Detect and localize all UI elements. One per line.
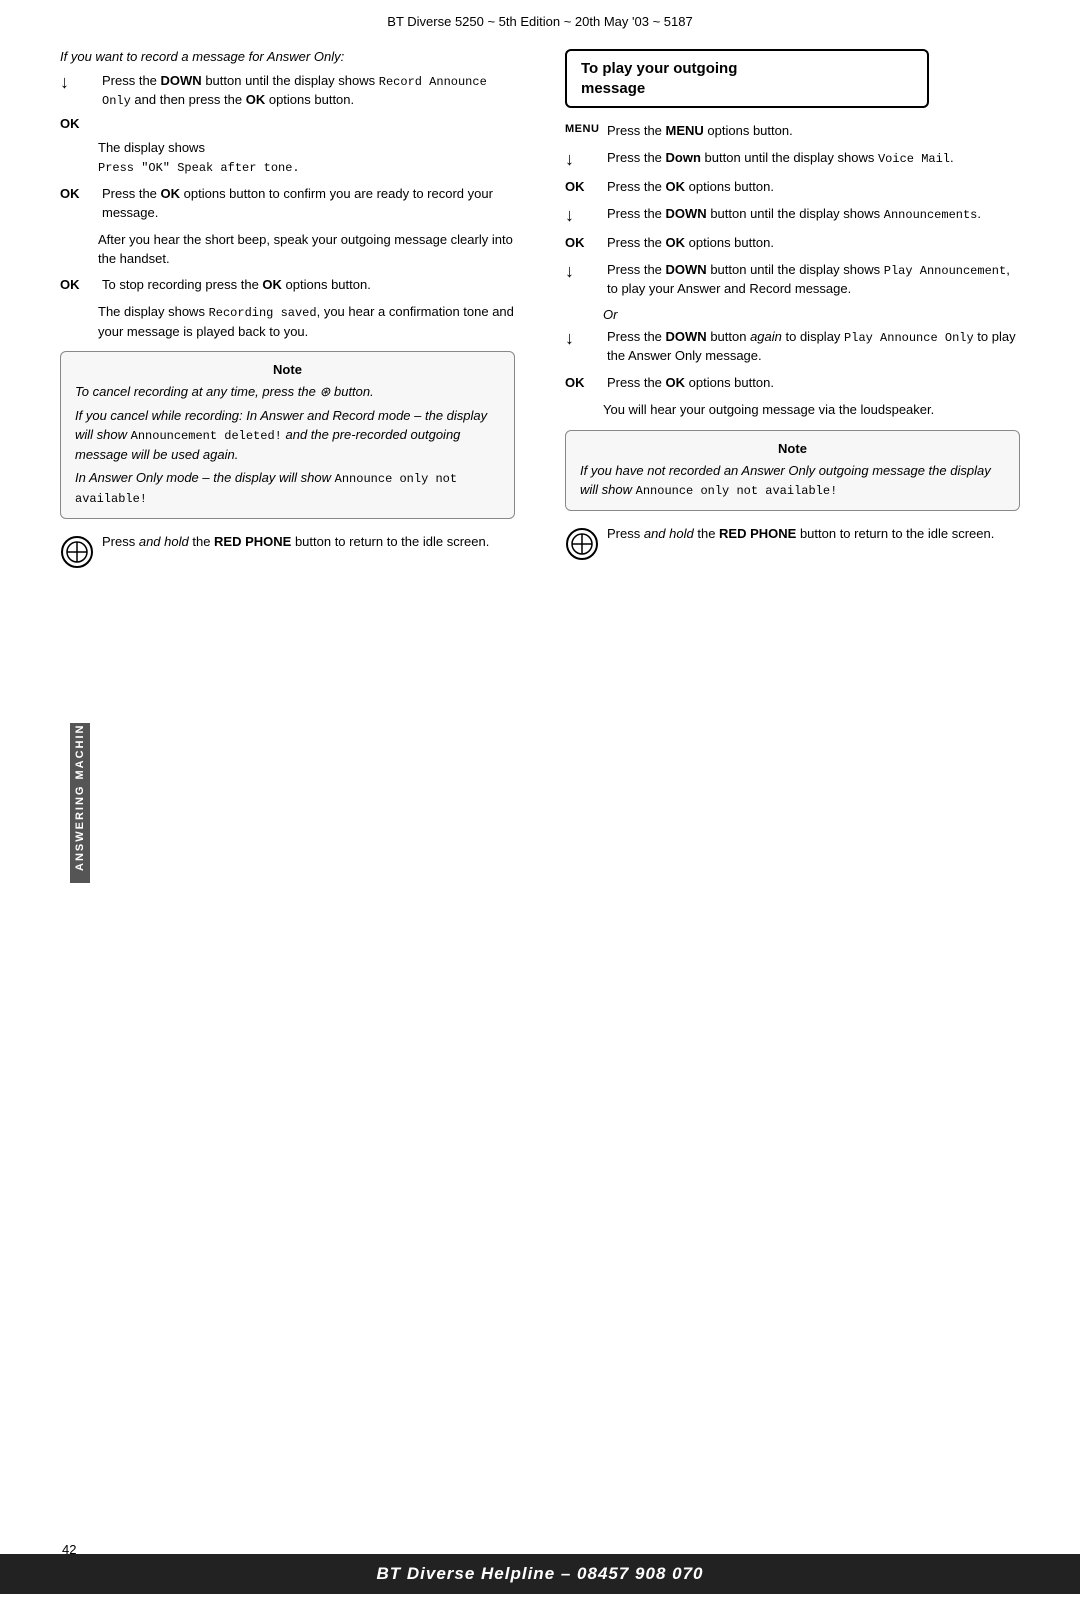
- right-heading-line1: To play your outgoing: [581, 59, 913, 79]
- right-bottom-phone-row: Press and hold the RED PHONE button to r…: [565, 525, 1020, 561]
- left-italic-heading: If you want to record a message for Answ…: [60, 49, 515, 64]
- red-phone-icon-left: [60, 535, 94, 569]
- instr-row-down3: ↓ Press the DOWN button until the displa…: [565, 261, 1020, 299]
- left-note-p1: To cancel recording at any time, press t…: [75, 383, 500, 402]
- instr-plain-recording: The display shows Recording saved, you h…: [98, 303, 515, 341]
- loudspeaker-text: You will hear your outgoing message via …: [603, 402, 934, 417]
- instr-text-1: Press the DOWN button until the display …: [102, 72, 515, 111]
- beep-text: After you hear the short beep, speak you…: [98, 232, 513, 266]
- ok-label-r2: OK: [565, 234, 603, 250]
- right-note-title: Note: [580, 441, 1005, 456]
- left-note-p2: If you cancel while recording: In Answer…: [75, 407, 500, 464]
- display-shows-text: The display showsPress "OK" Speak after …: [98, 140, 300, 174]
- red-phone-icon-right: [565, 527, 599, 561]
- ok-label-1: OK: [60, 115, 98, 131]
- side-label: ANSWERING MACHINE: [70, 723, 90, 883]
- instr-text-r-ok1: Press the OK options button.: [607, 178, 1020, 197]
- ok-label-r1: OK: [565, 178, 603, 194]
- down-arrow-icon-r3: ↓: [565, 261, 603, 282]
- left-bottom-phone-text: Press and hold the RED PHONE button to r…: [102, 533, 515, 552]
- ok-label-2: OK: [60, 185, 98, 201]
- down-arrow-icon-r1: ↓: [565, 149, 603, 170]
- right-column: To play your outgoing message MENU Press…: [555, 49, 1020, 1546]
- footer-bar: BT Diverse Helpline – 08457 908 070: [0, 1554, 1080, 1594]
- instr-plain-beep: After you hear the short beep, speak you…: [98, 231, 515, 269]
- right-note-box: Note If you have not recorded an Answer …: [565, 430, 1020, 511]
- instr-display-shows: The display showsPress "OK" Speak after …: [98, 139, 515, 177]
- right-heading-box: To play your outgoing message: [565, 49, 929, 108]
- instr-row-1: ↓ Press the DOWN button until the displa…: [60, 72, 515, 111]
- instr-text-r-down1: Press the Down button until the display …: [607, 149, 1020, 168]
- right-heading-line2: message: [581, 79, 913, 99]
- left-bottom-phone-row: Press and hold the RED PHONE button to r…: [60, 533, 515, 569]
- page-header: BT Diverse 5250 ~ 5th Edition ~ 20th May…: [0, 0, 1080, 39]
- instr-text-r-down3: Press the DOWN button until the display …: [607, 261, 1020, 299]
- instr-plain-loudspeaker: You will hear your outgoing message via …: [603, 401, 1020, 420]
- instr-text-menu: Press the MENU options button.: [607, 122, 1020, 141]
- left-column: If you want to record a message for Answ…: [60, 49, 525, 1546]
- ok-label-r3: OK: [565, 374, 603, 390]
- instr-text-r-ok3: Press the OK options button.: [607, 374, 1020, 393]
- instr-row-menu: MENU Press the MENU options button.: [565, 122, 1020, 141]
- recording-text: The display shows Recording saved, you h…: [98, 304, 514, 338]
- instr-row-r-ok3: OK Press the OK options button.: [565, 374, 1020, 393]
- down-arrow-icon-1: ↓: [60, 72, 98, 93]
- instr-row-ok2: OK Press the OK options button to confir…: [60, 185, 515, 223]
- instr-row-r-ok2: OK Press the OK options button.: [565, 234, 1020, 253]
- right-bottom-phone-text: Press and hold the RED PHONE button to r…: [607, 525, 1020, 544]
- or-text: Or: [603, 307, 1020, 322]
- left-note-p3: In Answer Only mode – the display will s…: [75, 469, 500, 508]
- instr-row-ok1: OK: [60, 115, 515, 131]
- down-arrow-icon-r4: ↓: [565, 328, 603, 349]
- instr-text-ok2: Press the OK options button to confirm y…: [102, 185, 515, 223]
- instr-row-down2: ↓ Press the DOWN button until the displa…: [565, 205, 1020, 226]
- instr-text-ok3: To stop recording press the OK options b…: [102, 276, 515, 295]
- instr-row-ok3: OK To stop recording press the OK option…: [60, 276, 515, 295]
- menu-label: MENU: [565, 122, 603, 135]
- ok-label-3: OK: [60, 276, 98, 292]
- instr-text-r-down2: Press the DOWN button until the display …: [607, 205, 1020, 224]
- down-arrow-icon-r2: ↓: [565, 205, 603, 226]
- instr-text-r-ok2: Press the OK options button.: [607, 234, 1020, 253]
- instr-row-down4: ↓ Press the DOWN button again to display…: [565, 328, 1020, 366]
- left-note-box: Note To cancel recording at any time, pr…: [60, 351, 515, 519]
- instr-text-r-down4: Press the DOWN button again to display P…: [607, 328, 1020, 366]
- page-number: 42: [62, 1542, 76, 1557]
- left-note-title: Note: [75, 362, 500, 377]
- right-note-p1: If you have not recorded an Answer Only …: [580, 462, 1005, 500]
- instr-row-r-ok1: OK Press the OK options button.: [565, 178, 1020, 197]
- instr-row-down1: ↓ Press the Down button until the displa…: [565, 149, 1020, 170]
